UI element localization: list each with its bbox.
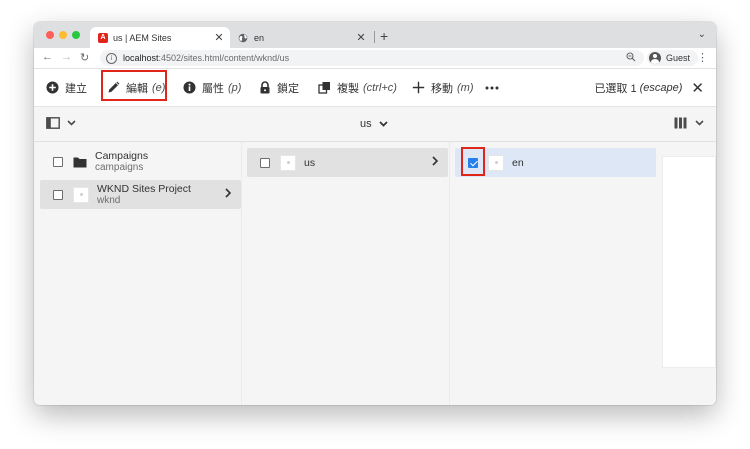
row-checkbox[interactable] — [53, 156, 63, 167]
item-subtitle: campaigns — [95, 161, 144, 173]
list-item-campaigns[interactable]: Campaigns campaigns — [40, 147, 241, 176]
folder-icon — [73, 157, 87, 167]
address-bar[interactable]: i localhost :4502/sites.html/content/wkn… — [100, 50, 644, 66]
preview-panel — [662, 156, 716, 368]
edit-label: 編輯 — [126, 82, 148, 95]
create-label: 建立 — [65, 82, 87, 95]
browser-menu-icon[interactable]: ⋮ — [697, 51, 708, 64]
list-item-us[interactable]: us — [247, 148, 448, 177]
chevron-right-icon — [432, 156, 438, 166]
window-zoom-button[interactable] — [72, 31, 80, 39]
edit-button[interactable]: 編輯 (e) — [107, 69, 165, 106]
back-arrow-icon[interactable]: ← — [42, 51, 53, 63]
reload-icon[interactable]: ↻ — [80, 51, 89, 64]
item-title: us — [304, 156, 316, 169]
forward-arrow-icon[interactable]: → — [61, 51, 72, 63]
url-host: localhost — [123, 53, 159, 63]
profile-button[interactable]: Guest — [647, 50, 699, 66]
properties-shortcut: (p) — [228, 81, 242, 94]
tab-separator — [374, 31, 375, 43]
sub-toolbar: us — [34, 107, 716, 142]
url-path: :4502/sites.html/content/wknd/us — [158, 53, 290, 63]
list-item-wknd-sites-project[interactable]: WKND Sites Project wknd — [40, 180, 241, 209]
edit-shortcut: (e) — [152, 81, 166, 94]
profile-name: Guest — [666, 53, 691, 63]
chevron-down-icon[interactable]: ⌄ — [698, 29, 706, 40]
row-checkbox[interactable] — [260, 157, 270, 168]
tab-strip: A us | AEM Sites ✕ en ✕ + ⌄ — [34, 22, 716, 48]
chevron-down-icon — [379, 121, 388, 127]
chevron-down-icon — [67, 120, 76, 126]
tab-title: en — [254, 32, 265, 43]
move-label: 移動 — [431, 82, 453, 95]
ellipsis-icon — [485, 86, 499, 89]
breadcrumb-title: us — [360, 118, 372, 130]
site-info-icon[interactable]: i — [106, 52, 117, 64]
close-icon[interactable]: ✕ — [354, 31, 368, 44]
row-checkbox-checked[interactable] — [468, 157, 478, 168]
column-view: Campaigns campaigns WKND Sites Project w… — [34, 142, 716, 405]
window-close-button[interactable] — [46, 31, 54, 39]
column-view-icon — [674, 117, 687, 129]
item-title: WKND Sites Project — [97, 182, 191, 195]
page-thumbnail — [73, 186, 89, 203]
page-thumbnail — [488, 154, 504, 171]
column-divider — [241, 142, 242, 405]
new-tab-button[interactable]: + — [380, 28, 388, 44]
action-bar: 建立 編輯 (e) 屬性 (p) 鎖定 複製 (ctrl+c) 移動 (m) 已… — [34, 69, 716, 107]
item-title: Campaigns — [95, 149, 149, 162]
browser-window: A us | AEM Sites ✕ en ✕ + ⌄ ← → ↻ i loca… — [34, 22, 716, 405]
chevron-down-icon — [695, 120, 704, 126]
avatar — [649, 52, 661, 64]
move-icon — [412, 81, 425, 94]
properties-button[interactable]: 屬性 (p) — [183, 69, 241, 106]
item-title: en — [512, 156, 524, 169]
selection-count: 已選取 1 — [594, 82, 637, 95]
copy-shortcut: (ctrl+c) — [363, 81, 397, 94]
move-shortcut: (m) — [457, 81, 474, 94]
page-thumbnail — [280, 154, 296, 171]
zoom-icon[interactable] — [626, 52, 636, 62]
info-icon — [183, 81, 196, 94]
list-item-en[interactable]: en — [455, 148, 656, 177]
side-panel-icon — [46, 117, 60, 129]
lock-label: 鎖定 — [277, 82, 299, 95]
tab-us-aem-sites[interactable]: A us | AEM Sites ✕ — [90, 27, 230, 48]
close-icon[interactable]: ✕ — [212, 31, 226, 44]
tab-en[interactable]: en ✕ — [234, 27, 372, 48]
close-icon[interactable]: ✕ — [691, 79, 704, 97]
more-actions-button[interactable] — [485, 69, 505, 106]
column-divider — [449, 142, 450, 405]
lock-icon — [260, 81, 270, 94]
browser-toolbar: ← → ↻ i localhost :4502/sites.html/conte… — [34, 48, 716, 69]
plus-circle-icon — [46, 81, 59, 94]
chevron-right-icon — [225, 188, 231, 198]
copy-label: 複製 — [337, 82, 359, 95]
copy-icon — [318, 82, 330, 94]
properties-label: 屬性 — [202, 82, 224, 95]
create-button[interactable]: 建立 — [46, 69, 87, 106]
item-subtitle: wknd — [97, 194, 121, 206]
copy-button[interactable]: 複製 (ctrl+c) — [318, 69, 397, 106]
rail-toggle-button[interactable] — [46, 117, 76, 129]
selection-status: 已選取 1 (escape) ✕ — [594, 69, 704, 106]
globe-icon — [238, 33, 248, 42]
tab-title: us | AEM Sites — [113, 32, 172, 43]
move-button[interactable]: 移動 (m) — [412, 69, 474, 106]
window-minimize-button[interactable] — [59, 31, 67, 39]
selection-shortcut: (escape) — [639, 81, 683, 94]
breadcrumb[interactable]: us — [360, 107, 388, 141]
adobe-icon: A — [98, 32, 108, 43]
lock-button[interactable]: 鎖定 — [259, 69, 299, 106]
row-checkbox[interactable] — [53, 189, 63, 200]
view-switcher-button[interactable] — [674, 117, 704, 129]
pencil-icon — [108, 81, 120, 93]
